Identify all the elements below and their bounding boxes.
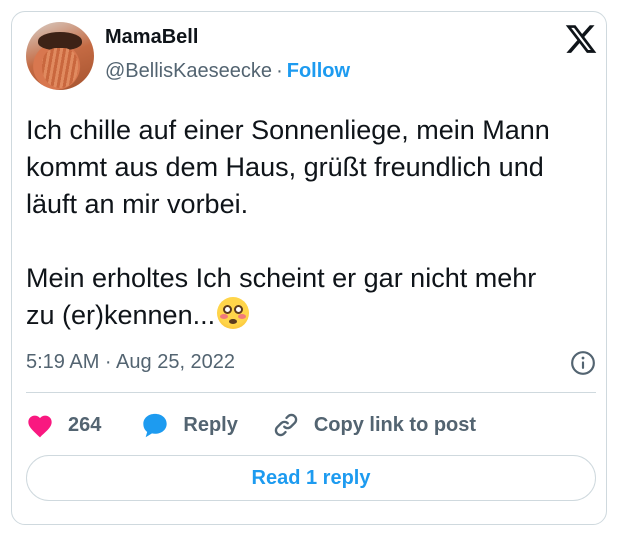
divider — [26, 392, 596, 393]
author-handle-row: @BellisKaeseecke · Follow — [105, 60, 350, 83]
action-bar: 264 Reply Copy link to post — [26, 408, 476, 442]
tweet-timestamp[interactable]: 5:19 AM · Aug 25, 2022 — [26, 351, 235, 374]
like-button[interactable]: 264 — [26, 412, 101, 438]
tweet-paragraph-text: Mein erholtes Ich scheint er gar nicht m… — [26, 263, 537, 330]
reply-button[interactable]: Reply — [141, 411, 238, 439]
avatar[interactable] — [26, 22, 94, 90]
copy-link-label: Copy link to post — [313, 413, 477, 436]
link-icon — [274, 413, 298, 437]
x-logo-icon[interactable] — [564, 22, 598, 56]
follow-button[interactable]: Follow — [287, 60, 350, 82]
read-replies-button[interactable]: Read 1 reply — [26, 455, 596, 501]
tweet-text: Ich chille auf einer Sonnenliege, mein M… — [26, 112, 566, 334]
copy-link-button[interactable]: Copy link to post — [272, 411, 476, 439]
author-handle[interactable]: @BellisKaeseecke — [105, 60, 272, 82]
tweet-paragraph: Mein erholtes Ich scheint er gar nicht m… — [26, 260, 566, 334]
tweet-paragraph: Ich chille auf einer Sonnenliege, mein M… — [26, 115, 550, 219]
reply-label: Reply — [183, 413, 238, 436]
info-icon[interactable] — [570, 350, 596, 376]
speech-bubble-icon — [143, 413, 168, 438]
like-count: 264 — [68, 413, 102, 436]
heart-icon — [28, 415, 52, 438]
flushed-face-emoji-icon — [217, 297, 250, 329]
author-display-name[interactable]: MamaBell — [105, 26, 198, 49]
separator-dot: · — [276, 60, 283, 82]
